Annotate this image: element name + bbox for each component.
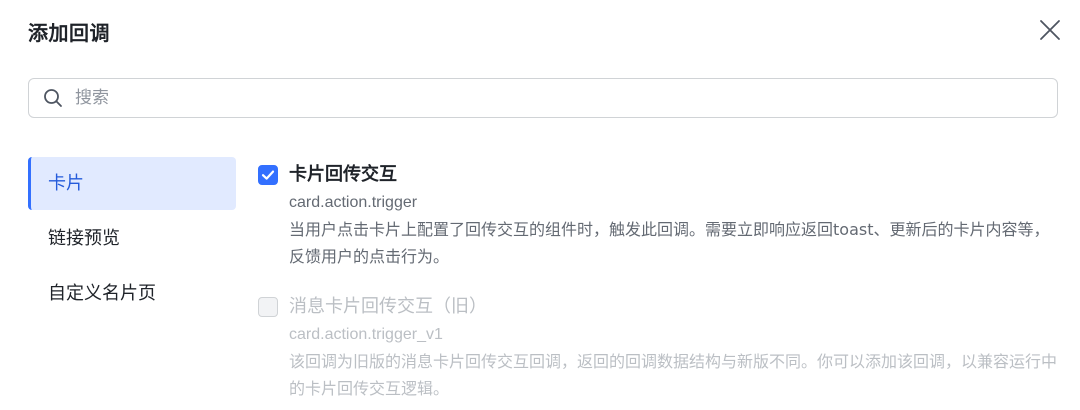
option-event-key: card.action.trigger: [289, 194, 418, 211]
search-input[interactable]: [73, 87, 977, 109]
sidebar-item-link-preview[interactable]: 链接预览: [28, 212, 236, 265]
callback-option-disabled: 消息卡片回传交互（旧） card.action.trigger_v1 该回调为旧…: [258, 292, 1058, 402]
add-callback-dialog: 添加回调 卡片 链接预览 自定义名片页 卡片回传交互 card.action.t…: [0, 0, 1080, 410]
option-checkbox-disabled: [258, 297, 278, 317]
option-checkbox[interactable]: [258, 165, 278, 185]
option-description: 该回调为旧版的消息卡片回传交互回调，返回的回调数据结构与新版不同。你可以添加该回…: [289, 352, 1058, 398]
dialog-title: 添加回调: [28, 21, 110, 45]
option-event-key: card.action.trigger_v1: [289, 326, 443, 343]
sidebar-item-card[interactable]: 卡片: [28, 157, 236, 210]
sidebar-item-custom-profile[interactable]: 自定义名片页: [28, 267, 236, 320]
close-icon: [1040, 20, 1060, 40]
callback-option: 卡片回传交互 card.action.trigger 当用户点击卡片上配置了回传…: [258, 160, 1058, 270]
search-box[interactable]: [28, 78, 1058, 118]
checkmark-icon: [261, 170, 275, 180]
close-button[interactable]: [1038, 18, 1062, 42]
category-sidebar: 卡片 链接预览 自定义名片页: [28, 157, 236, 322]
option-title: 卡片回传交互: [289, 164, 397, 185]
search-icon: [44, 89, 62, 107]
callback-options: 卡片回传交互 card.action.trigger 当用户点击卡片上配置了回传…: [258, 160, 1058, 402]
option-description: 当用户点击卡片上配置了回传交互的组件时，触发此回调。需要立即响应返回toast、…: [289, 220, 1050, 266]
option-title: 消息卡片回传交互（旧）: [289, 296, 487, 317]
